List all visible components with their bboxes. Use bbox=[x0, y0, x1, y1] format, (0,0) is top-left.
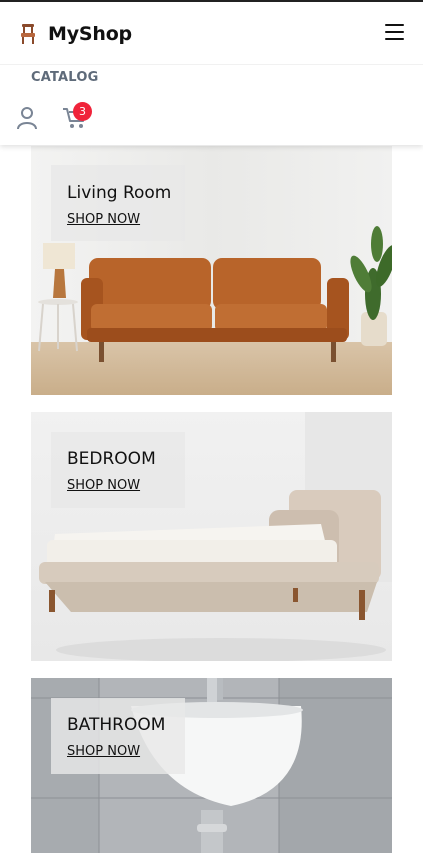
category-title: BEDROOM bbox=[67, 449, 156, 469]
shop-now-link[interactable]: SHOP NOW bbox=[67, 478, 140, 493]
category-card-living-room[interactable]: Living Room SHOP NOW bbox=[31, 146, 392, 395]
logo-text: MyShop bbox=[48, 23, 132, 45]
shop-now-link[interactable]: SHOP NOW bbox=[67, 744, 140, 759]
header-divider bbox=[0, 64, 423, 65]
category-card-bedroom[interactable]: BEDROOM SHOP NOW bbox=[31, 412, 392, 661]
category-label-box bbox=[51, 698, 185, 774]
hamburger-menu-icon[interactable] bbox=[385, 24, 405, 40]
user-icon[interactable] bbox=[16, 106, 38, 130]
category-label-box bbox=[51, 165, 185, 241]
shop-now-link[interactable]: SHOP NOW bbox=[67, 212, 140, 227]
category-label-box bbox=[51, 432, 185, 508]
chair-icon bbox=[21, 24, 35, 44]
site-header: MyShop CATALOG 3 bbox=[0, 2, 423, 145]
nav-catalog[interactable]: CATALOG bbox=[31, 70, 98, 85]
category-title: BATHROOM bbox=[67, 715, 166, 735]
cart-count-badge: 3 bbox=[73, 102, 92, 121]
logo[interactable]: MyShop bbox=[18, 23, 132, 45]
category-card-bathroom[interactable]: BATHROOM SHOP NOW bbox=[31, 678, 392, 853]
category-title: Living Room bbox=[67, 183, 172, 203]
